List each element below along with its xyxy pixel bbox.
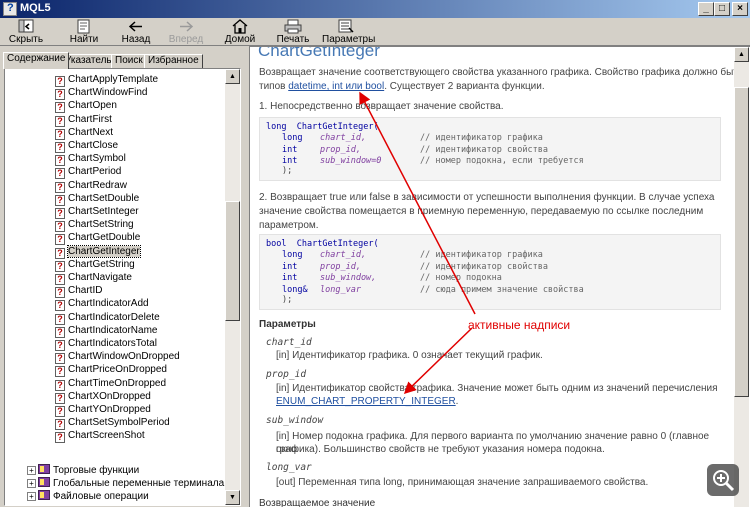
annotation-arrows xyxy=(359,91,476,395)
arrow-to-types-link xyxy=(359,91,476,315)
zoom-icon[interactable] xyxy=(707,464,739,496)
annotation-label: активные надписи xyxy=(468,318,571,332)
arrow-to-enum-link xyxy=(403,327,473,395)
tab-contents[interactable]: Содержание xyxy=(3,52,70,69)
